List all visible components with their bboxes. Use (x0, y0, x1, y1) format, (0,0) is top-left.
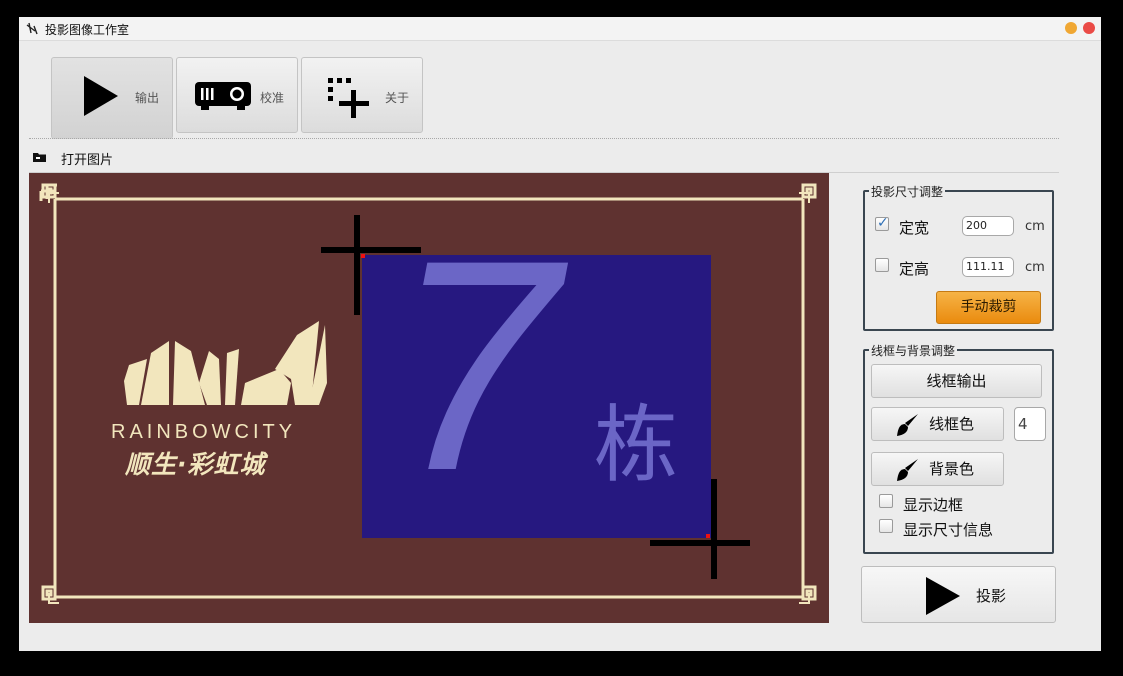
tab-divider (29, 138, 1059, 139)
logo-latin-text: RAINBOWCITY (111, 421, 297, 443)
tab-about-label: 关于 (385, 91, 410, 105)
close-button[interactable] (1083, 22, 1095, 34)
play-icon (926, 577, 960, 615)
tab-calibrate[interactable]: 校准 (176, 57, 298, 133)
tab-output-label: 输出 (135, 91, 160, 105)
tab-calibrate-label: 校准 (260, 91, 285, 105)
fixed-height-checkbox[interactable] (875, 258, 889, 272)
width-input[interactable]: 200 (962, 216, 1014, 236)
rainbowcity-logo-icon (124, 321, 327, 405)
background-color-button[interactable]: 背景色 (871, 452, 1004, 486)
show-border-checkbox[interactable] (879, 494, 893, 508)
open-image-label: 打开图片 (61, 153, 114, 168)
wire-color-button[interactable]: 线框色 (871, 407, 1004, 441)
tab-output[interactable]: 输出 (51, 57, 173, 139)
logo-chinese-text: 顺生·彩虹城 (125, 450, 266, 479)
height-input[interactable]: 111.11 (962, 257, 1014, 277)
frame-background-group: 线框与背景调整 线框输出 线框色 4 背景色 显示边框 显示尺寸信息 (863, 342, 1054, 554)
brush-icon (897, 459, 918, 481)
height-unit: cm (1025, 260, 1045, 275)
building-char: 栋 (594, 396, 679, 494)
fixed-height-label: 定高 (899, 260, 930, 278)
manual-crop-button[interactable]: 手动裁剪 (936, 291, 1041, 324)
projector-icon (195, 82, 251, 110)
wire-width-input[interactable]: 4 (1014, 407, 1046, 441)
fixed-width-checkbox[interactable] (875, 215, 889, 231)
size-adjust-title: 投影尺寸调整 (869, 183, 946, 200)
wireframe-output-button[interactable]: 线框输出 (871, 364, 1042, 398)
fixed-width-label: 定宽 (899, 219, 930, 237)
brush-icon (897, 414, 918, 436)
minimize-button[interactable] (1065, 22, 1077, 34)
width-unit: cm (1025, 219, 1045, 234)
play-icon (84, 76, 118, 116)
about-icon (328, 78, 369, 118)
background-color-label: 背景色 (928, 460, 974, 478)
show-size-info-checkbox[interactable] (879, 519, 893, 533)
frame-background-title: 线框与背景调整 (869, 342, 958, 359)
project-label: 投影 (976, 587, 1007, 605)
tab-about[interactable]: 关于 (301, 57, 423, 133)
window-title: 投影图像工作室 (45, 23, 130, 37)
crop-handle-top-left[interactable] (321, 215, 421, 315)
project-button[interactable]: 投影 (861, 566, 1056, 623)
title-bar: 投影图像工作室 (19, 17, 1101, 41)
folder-icon (33, 153, 46, 162)
image-preview[interactable]: RAINBOWCITY 顺生·彩虹城 7 栋 (29, 173, 829, 623)
crop-handle-bottom-right[interactable] (650, 479, 750, 579)
wire-color-label: 线框色 (928, 415, 974, 433)
app-icon (26, 22, 38, 35)
show-border-label: 显示边框 (903, 496, 964, 514)
app-window: 投影图像工作室 输出 校准 关于 打开图片 RAINBOWCITY 顺生·彩虹城… (19, 17, 1101, 651)
size-adjust-group: 投影尺寸调整 定宽 200 cm 定高 111.11 cm 手动裁剪 (863, 183, 1054, 331)
show-size-info-label: 显示尺寸信息 (903, 521, 994, 539)
